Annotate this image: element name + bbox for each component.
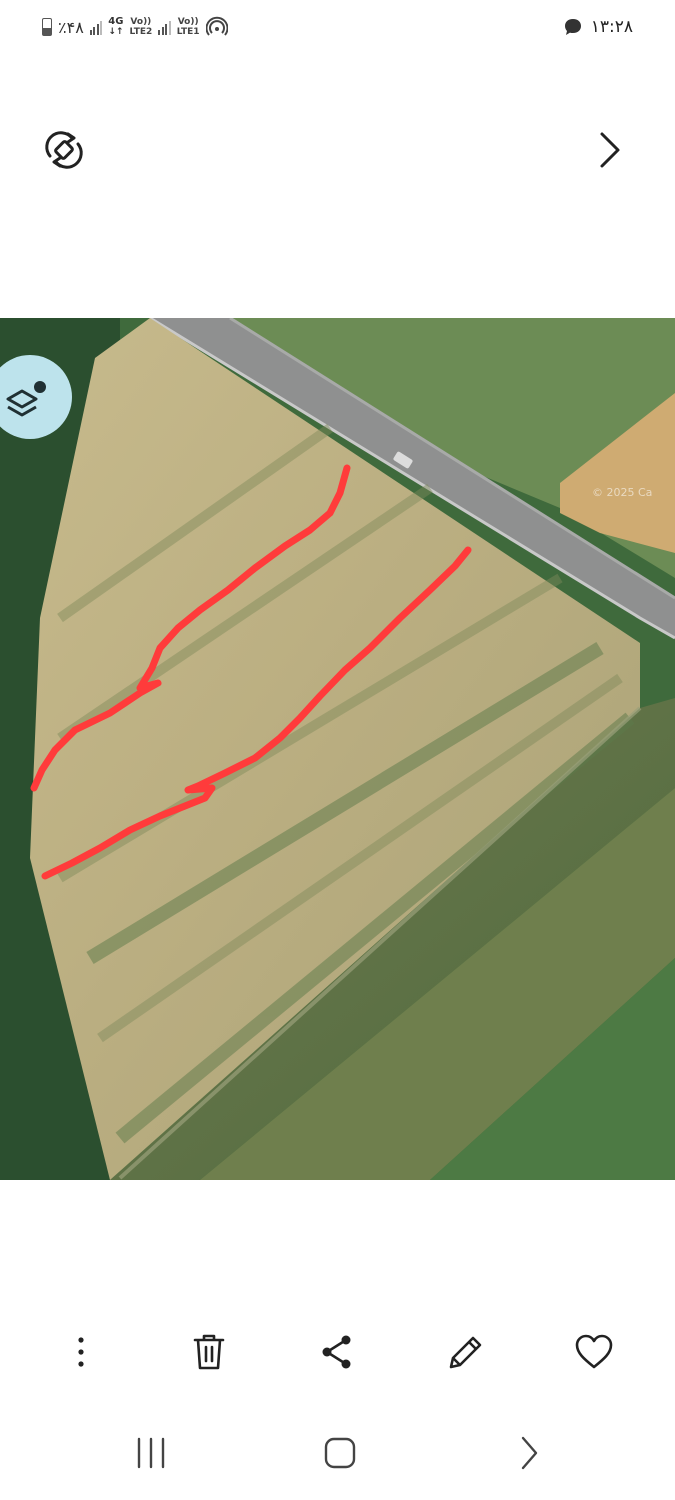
battery-percent: ٪۴۸: [58, 17, 84, 37]
more-options-button[interactable]: [57, 1328, 105, 1376]
heart-icon: [575, 1334, 613, 1369]
more-vertical-icon: [78, 1337, 84, 1367]
chevron-right-icon: [600, 132, 620, 168]
network-type: 4G ↓↑: [108, 16, 124, 38]
status-indicators: ٪۴۸ 4G ↓↑ Vo)) LTE2 Vo)) LTE1: [42, 14, 228, 40]
system-navigation-bar: [0, 1420, 675, 1482]
pencil-icon: [449, 1336, 482, 1369]
viewer-top-bar: [0, 110, 675, 190]
rotate-button[interactable]: [40, 130, 88, 170]
volte2-indicator: Vo)) LTE2: [129, 17, 153, 37]
chat-bubble-icon: [564, 19, 581, 35]
recents-button[interactable]: [126, 1430, 176, 1476]
next-button[interactable]: [592, 130, 628, 170]
satellite-photo[interactable]: © 2025 Ca: [0, 318, 675, 1180]
trash-icon: [193, 1334, 225, 1370]
map-watermark: © 2025 Ca: [592, 486, 653, 499]
hotspot-icon: [205, 16, 228, 36]
auto-rotate-icon: [45, 131, 83, 169]
status-right: ۱۳:۲۸: [563, 14, 633, 40]
back-icon: [521, 1436, 538, 1470]
battery-icon: [42, 18, 52, 36]
edit-button[interactable]: [442, 1328, 490, 1376]
signal-icon-2: [158, 19, 171, 35]
home-icon: [324, 1437, 356, 1469]
back-button[interactable]: [504, 1430, 554, 1476]
volte1-indicator: Vo)) LTE1: [176, 17, 200, 37]
clock: ۱۳:۲۸: [590, 17, 633, 37]
recents-icon: [137, 1437, 165, 1469]
home-button[interactable]: [315, 1430, 365, 1476]
layers-button[interactable]: [0, 355, 72, 439]
satellite-image: [0, 318, 675, 1180]
favorite-button[interactable]: [570, 1328, 618, 1376]
action-bar: [0, 1320, 675, 1380]
status-bar: ٪۴۸ 4G ↓↑ Vo)) LTE2 Vo)) LTE1 ۱۳:۲۸: [0, 0, 675, 54]
delete-button[interactable]: [185, 1328, 233, 1376]
share-icon: [322, 1335, 351, 1369]
layers-icon: [6, 381, 46, 417]
signal-icon: [89, 19, 103, 35]
share-button[interactable]: [313, 1328, 361, 1376]
